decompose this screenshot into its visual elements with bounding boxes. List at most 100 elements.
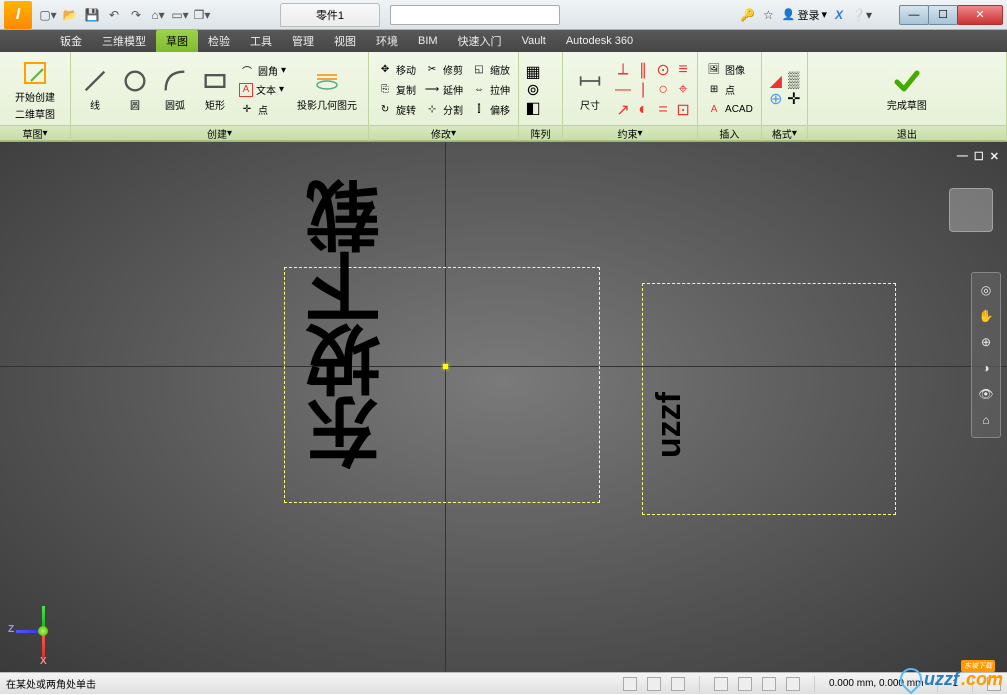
- point-button[interactable]: ✛点: [237, 100, 288, 118]
- tab-view[interactable]: 视图: [324, 30, 366, 52]
- split-button[interactable]: ⊹分割: [422, 101, 465, 119]
- nav-home-icon[interactable]: ⌂: [972, 407, 1000, 433]
- save-icon[interactable]: 💾: [84, 7, 100, 23]
- fillet-button[interactable]: ⌒圆角 ▾: [237, 61, 288, 79]
- rect-button[interactable]: 矩形: [197, 65, 233, 114]
- group-pattern-title: 阵列: [519, 125, 562, 141]
- project-label: 投影几何图元: [297, 97, 357, 112]
- tab-quickstart[interactable]: 快速入门: [448, 30, 512, 52]
- image-button[interactable]: 🖼图像: [704, 61, 755, 79]
- circle-button[interactable]: 圆: [117, 65, 153, 114]
- status-icon[interactable]: [623, 677, 637, 691]
- drawing-canvas[interactable]: 东坡下载 uzzf — ☐ ✕ ◎ ✋ ⊕ ◑ 👁 ⌂ Z X: [0, 142, 1007, 672]
- line-button[interactable]: 线: [77, 65, 113, 114]
- minimize-button[interactable]: —: [899, 5, 929, 25]
- scale-button[interactable]: ◱缩放: [469, 61, 512, 79]
- tab-environment[interactable]: 环境: [366, 30, 408, 52]
- undo-icon[interactable]: ↶: [106, 7, 122, 23]
- con-icon[interactable]: ↗: [615, 102, 631, 118]
- copy-button[interactable]: ⎘复制: [375, 81, 418, 99]
- nav-wheel-icon[interactable]: ◎: [972, 277, 1000, 303]
- home-icon[interactable]: ⌂▾: [150, 7, 166, 23]
- open-icon[interactable]: 📂: [62, 7, 78, 23]
- status-icon[interactable]: [762, 677, 776, 691]
- status-icon[interactable]: [671, 677, 685, 691]
- tab-tools[interactable]: 工具: [240, 30, 282, 52]
- document-tab[interactable]: 零件1: [280, 3, 380, 27]
- offset-button[interactable]: ⫿偏移: [469, 101, 512, 119]
- image-icon: 🖼: [706, 62, 722, 78]
- extend-button[interactable]: ⟶延伸: [422, 81, 465, 99]
- tab-bim[interactable]: BIM: [408, 30, 448, 52]
- select-icon[interactable]: ▭▾: [172, 7, 188, 23]
- redo-icon[interactable]: ↷: [128, 7, 144, 23]
- acad-button[interactable]: AACAD: [704, 101, 755, 119]
- status-icon[interactable]: [647, 677, 661, 691]
- pattern-mirror-icon[interactable]: ◧: [525, 100, 541, 116]
- insert-point-button[interactable]: ⊞点: [704, 81, 755, 99]
- dimension-icon: [576, 67, 604, 95]
- nav-orbit-icon[interactable]: ◑: [972, 355, 1000, 381]
- tab-autodesk360[interactable]: Autodesk 360: [556, 30, 643, 52]
- tab-sketch[interactable]: 草图: [156, 30, 198, 52]
- con-icon[interactable]: ⊡: [675, 102, 691, 118]
- con-icon[interactable]: ⌖: [675, 82, 691, 98]
- new-icon[interactable]: ▢▾: [40, 7, 56, 23]
- con-icon[interactable]: ○: [655, 82, 671, 98]
- status-icon[interactable]: [786, 677, 800, 691]
- key-icon[interactable]: 🔑: [740, 8, 755, 22]
- project-button[interactable]: 投影几何图元: [292, 65, 362, 114]
- trim-button[interactable]: ✂修剪: [422, 61, 465, 79]
- tab-manage[interactable]: 管理: [282, 30, 324, 52]
- nav-pan-icon[interactable]: ✋: [972, 303, 1000, 329]
- nav-look-icon[interactable]: 👁: [972, 381, 1000, 407]
- con-icon[interactable]: ⊙: [655, 62, 671, 78]
- status-icon[interactable]: [714, 677, 728, 691]
- pattern-rect-icon[interactable]: ▦: [525, 64, 541, 80]
- circle-label: 圆: [130, 97, 140, 112]
- doc-close-icon[interactable]: ✕: [990, 150, 999, 163]
- con-icon[interactable]: ⟂: [615, 62, 631, 78]
- exchange-icon[interactable]: X: [835, 8, 843, 22]
- con-icon[interactable]: —: [615, 82, 631, 98]
- con-icon[interactable]: |: [635, 82, 651, 98]
- viewcube[interactable]: [949, 188, 993, 232]
- move-button[interactable]: ✥移动: [375, 61, 418, 79]
- title-bar: I ▢▾ 📂 💾 ↶ ↷ ⌂▾ ▭▾ ❐▾ 零件1 🔑 ☆ 👤 登录 ▾ X ❔…: [0, 0, 1007, 30]
- tab-vault[interactable]: Vault: [512, 30, 556, 52]
- stretch-button[interactable]: ⇔拉伸: [469, 81, 512, 99]
- text-button[interactable]: A文本 ▾: [237, 81, 288, 98]
- nav-zoom-icon[interactable]: ⊕: [972, 329, 1000, 355]
- tab-sheetmetal[interactable]: 钣金: [50, 30, 92, 52]
- fmt-icon[interactable]: ▒: [786, 73, 802, 89]
- finish-sketch-button[interactable]: 完成草图: [882, 67, 932, 112]
- dimension-label: 尺寸: [580, 97, 600, 112]
- rotate-button[interactable]: ↻旋转: [375, 101, 418, 119]
- pattern-circ-icon[interactable]: ⊚: [525, 82, 541, 98]
- con-icon[interactable]: ≡: [675, 62, 691, 78]
- fmt-icon[interactable]: ✛: [786, 91, 802, 107]
- start-sketch-button[interactable]: 开始创建 二维草图: [6, 57, 64, 123]
- con-icon[interactable]: =: [655, 102, 671, 118]
- login-button[interactable]: 👤 登录 ▾: [782, 7, 827, 23]
- axis-x-label: X: [40, 656, 47, 667]
- con-icon[interactable]: ◐: [635, 102, 651, 118]
- close-button[interactable]: ✕: [957, 5, 1003, 25]
- layers-icon[interactable]: ❐▾: [194, 7, 210, 23]
- search-input[interactable]: [390, 5, 560, 25]
- fmt-icon[interactable]: ⊕: [768, 91, 784, 107]
- doc-max-icon[interactable]: ☐: [974, 150, 984, 163]
- help-icon[interactable]: ❔▾: [851, 8, 872, 22]
- maximize-button[interactable]: ☐: [928, 5, 958, 25]
- arc-button[interactable]: 圆弧: [157, 65, 193, 114]
- doc-min-icon[interactable]: —: [957, 150, 968, 163]
- group-exit-title: 退出: [808, 125, 1006, 141]
- tab-inspect[interactable]: 检验: [198, 30, 240, 52]
- fmt-icon[interactable]: ◢: [768, 73, 784, 89]
- tab-3dmodel[interactable]: 三维模型: [92, 30, 156, 52]
- status-icon[interactable]: [738, 677, 752, 691]
- con-icon[interactable]: ∥: [635, 62, 651, 78]
- app-logo-icon[interactable]: I: [4, 1, 32, 29]
- dimension-button[interactable]: 尺寸: [569, 65, 611, 114]
- star-icon[interactable]: ☆: [763, 8, 774, 22]
